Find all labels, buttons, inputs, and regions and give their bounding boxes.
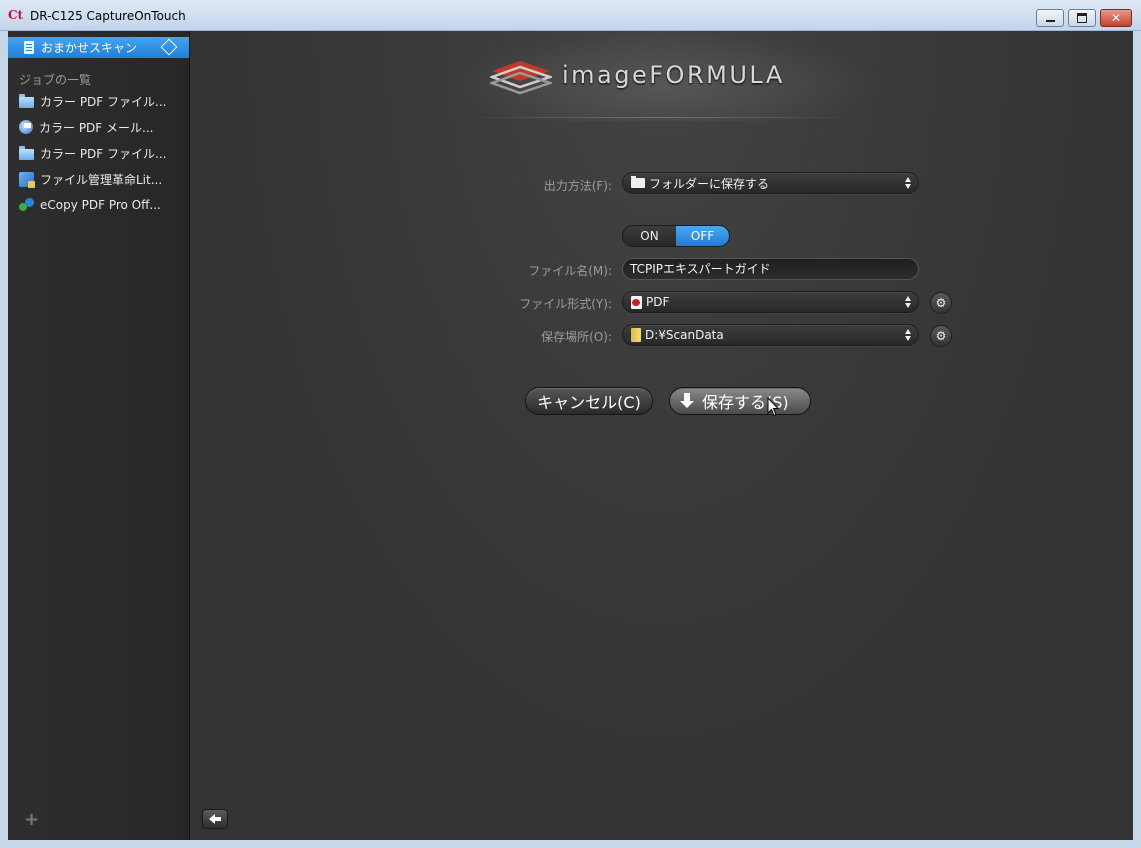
maximize-icon [1077,13,1087,23]
output-method-select[interactable]: フォルダーに保存する [622,172,919,194]
job-label: カラー PDF ファイル... [40,146,167,161]
gear-icon: ⚙ [935,329,947,343]
add-job-button[interactable]: + [24,809,39,830]
minimize-button[interactable] [1036,9,1064,27]
job-item[interactable]: カラー PDF メール... [19,117,184,137]
diamond-icon[interactable] [160,38,178,56]
output-method-value: フォルダーに保存する [649,176,770,191]
app-window: Ct DR-C125 CaptureOnTouch ✕ おまかせスキャン ジョブ… [0,0,1141,848]
job-item[interactable]: eCopy PDF Pro Off... [19,195,184,215]
save-location-select[interactable]: D:¥ScanData [622,324,919,346]
auto-scan-item[interactable]: おまかせスキャン [8,37,189,58]
job-label: カラー PDF ファイル... [40,94,167,109]
gear-icon: ⚙ [935,296,947,310]
save-location-settings-button[interactable]: ⚙ [930,325,952,347]
file-format-settings-button[interactable]: ⚙ [930,292,952,314]
back-button[interactable] [202,809,228,829]
save-location-value: D:¥ScanData [645,328,724,342]
jobs-heading: ジョブの一覧 [19,73,92,87]
file-format-value: PDF [646,295,670,309]
close-button[interactable]: ✕ [1100,9,1132,27]
document-icon [24,41,34,54]
job-item[interactable]: カラー PDF ファイル... [19,143,184,163]
updown-arrows-icon [905,296,912,308]
cancel-button[interactable]: キャンセル(C) [525,387,653,415]
job-label: カラー PDF メール... [39,120,154,135]
mouse-pointer-icon [767,397,779,417]
window-title: DR-C125 CaptureOnTouch [30,9,186,23]
mail-icon [19,120,33,134]
job-label: ファイル管理革命Lit... [40,172,163,187]
toggle-on[interactable]: ON [623,226,676,246]
app-logo-icon: Ct [8,8,24,22]
file-name-label: ファイル名(M): [528,264,612,278]
maximize-button[interactable] [1068,9,1096,27]
auto-scan-label: おまかせスキャン [41,41,138,55]
save-button[interactable]: 保存する(S) [669,387,811,415]
file-format-select[interactable]: PDF [622,291,919,313]
ecopy-icon [19,197,34,213]
minimize-icon [1045,19,1055,22]
folder-icon [19,145,34,160]
save-location-label: 保存場所(O): [541,330,612,344]
output-method-label: 出力方法(F): [543,179,612,193]
imageformula-logo-icon [490,61,552,95]
updown-arrows-icon [905,329,912,341]
download-arrow-icon [680,393,694,409]
updown-arrows-icon [905,177,912,189]
app-icon [19,171,35,188]
main-panel: imageFORMULA 出力方法(F): フォルダーに保存する ON OFF … [190,31,1133,840]
file-name-input[interactable]: TCPIPエキスパートガイド [622,258,919,280]
folder-icon [631,328,641,342]
logo-text: imageFORMULA [562,61,785,89]
back-arrow-icon [209,814,221,824]
file-format-label: ファイル形式(Y): [519,297,612,311]
toggle-off[interactable]: OFF [676,226,729,246]
job-item[interactable]: ファイル管理革命Lit... [19,169,184,189]
title-bar: Ct DR-C125 CaptureOnTouch ✕ [0,0,1141,31]
pdf-icon [631,295,642,309]
folder-icon [19,93,34,108]
close-icon: ✕ [1110,11,1122,25]
job-item[interactable]: カラー PDF ファイル... [19,91,184,111]
sidebar: おまかせスキャン ジョブの一覧 カラー PDF ファイル... カラー PDF … [8,31,192,840]
job-label: eCopy PDF Pro Off... [40,198,161,212]
on-off-toggle[interactable]: ON OFF [622,225,730,247]
logo-divider [460,117,860,118]
folder-icon [631,176,645,188]
cancel-label: キャンセル(C) [537,393,641,412]
